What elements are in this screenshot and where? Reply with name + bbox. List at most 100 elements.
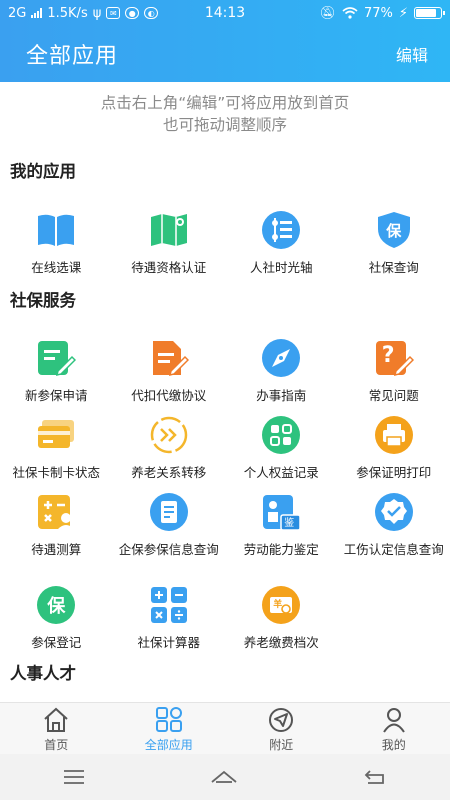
- my-apps-row: 在线选课 待遇资格认证 人社时光轴 保 社保查询: [0, 210, 450, 276]
- tab-home[interactable]: 首页: [0, 703, 113, 754]
- bottom-tab-bar: 首页 全部应用 附近 我的: [0, 702, 450, 754]
- app-label: 代扣代缴协议: [131, 388, 207, 403]
- app-label: 新参保申请: [24, 388, 88, 403]
- app-label: 社保计算器: [137, 635, 200, 650]
- browser-notification-icon: ◐: [144, 7, 159, 19]
- transfer-icon: [149, 415, 189, 455]
- hint-line-2: 也可拖动调整顺序: [162, 116, 287, 134]
- social-row-2: 社保卡制卡状态 养老关系转移 个人权益记录 参保证明打印: [0, 415, 450, 481]
- app-enterprise-insurance-query[interactable]: 企保参保信息查询: [113, 492, 226, 558]
- card-icon: [36, 415, 76, 455]
- app-labor-ability-appraisal[interactable]: 鉴 劳动能力鉴定: [225, 492, 338, 558]
- app-label: 办事指南: [256, 388, 307, 403]
- app-benefit-calc[interactable]: 待遇测算: [0, 492, 113, 558]
- edit-button[interactable]: 编辑: [396, 42, 428, 66]
- document-edit-icon: [149, 338, 189, 378]
- chat-notification-icon: ●: [125, 7, 140, 19]
- app-social-security-query[interactable]: 保 社保查询: [338, 210, 450, 276]
- map-certificate-icon: [149, 210, 189, 250]
- app-label: 社保卡制卡状态: [12, 465, 100, 480]
- tab-mine[interactable]: 我的: [338, 703, 450, 754]
- form-edit-icon: [36, 338, 77, 378]
- app-label: 参保证明打印: [356, 465, 432, 480]
- app-online-course[interactable]: 在线选课: [0, 210, 113, 276]
- book-icon: [36, 210, 76, 250]
- question-icon: ?: [374, 338, 414, 378]
- status-bar: 2G 1.5K/s ψ ✉ ● ◐ 14:13 🔕︎ 77% ⚡︎: [0, 0, 450, 26]
- tab-label: 我的: [381, 738, 406, 752]
- app-label: 企保参保信息查询: [118, 542, 219, 557]
- social-row-4: 保 参保登记 社保计算器 羊 养老缴费档次: [0, 585, 450, 651]
- charging-icon: ⚡︎: [398, 5, 408, 21]
- app-injury-query[interactable]: 工伤认定信息查询: [338, 492, 450, 558]
- network-type: 2G: [8, 5, 27, 21]
- home-button-icon[interactable]: [209, 768, 239, 786]
- usb-icon: ψ: [92, 5, 102, 21]
- location-arrow-icon: [269, 708, 294, 732]
- app-label: 工伤认定信息查询: [343, 542, 444, 557]
- battery-icon: [414, 7, 445, 19]
- tab-nearby[interactable]: 附近: [225, 703, 338, 754]
- compass-icon: [261, 338, 301, 378]
- timeline-icon: [261, 210, 301, 250]
- app-service-guide[interactable]: 办事指南: [225, 338, 338, 404]
- app-faq[interactable]: ? 常见问题: [338, 338, 450, 404]
- app-benefit-certification[interactable]: 待遇资格认证: [113, 210, 226, 276]
- app-certificate-print[interactable]: 参保证明打印: [338, 415, 450, 481]
- pension-coin-text: 羊: [273, 600, 283, 610]
- pension-coin-icon: 羊: [261, 585, 301, 625]
- hint-line-1: 点击右上角“编辑”可将应用放到首页: [100, 94, 350, 112]
- app-label: 社保查询: [368, 260, 419, 275]
- app-timeline[interactable]: 人社时光轴: [225, 210, 338, 276]
- section-title-social-services: 社保服务: [10, 291, 76, 310]
- social-row-1: 新参保申请 代扣代缴协议 办事指南 ? 常见问题: [0, 338, 450, 404]
- menu-icon[interactable]: [62, 768, 86, 786]
- app-insurance-registration[interactable]: 保 参保登记: [0, 585, 113, 651]
- page-title: 全部应用: [26, 44, 119, 69]
- app-label: 人社时光轴: [249, 260, 313, 275]
- app-label: 劳动能力鉴定: [243, 542, 319, 557]
- calculator-icon: [149, 585, 189, 625]
- shield-icon: 保: [374, 210, 414, 250]
- user-icon: [382, 708, 405, 733]
- app-label: 养老缴费档次: [243, 635, 319, 650]
- edit-hint: 点击右上角“编辑”可将应用放到首页 也可拖动调整顺序: [0, 92, 450, 136]
- section-title-hr: 人事人才: [10, 664, 76, 683]
- app-pension-transfer[interactable]: 养老关系转移: [113, 415, 226, 481]
- home-icon: [44, 707, 68, 732]
- section-title-my-apps: 我的应用: [10, 162, 76, 181]
- calculator-person-icon: [36, 492, 76, 532]
- app-pension-grade[interactable]: 羊 养老缴费档次: [225, 585, 338, 651]
- app-rights-record[interactable]: 个人权益记录: [225, 415, 338, 481]
- tab-label: 附近: [269, 738, 294, 752]
- shield-text: 保: [386, 221, 402, 240]
- apps-grid-icon: [155, 707, 182, 732]
- battery-percent: 77%: [363, 5, 393, 21]
- app-label: 待遇资格认证: [131, 260, 207, 275]
- app-label: 个人权益记录: [243, 465, 319, 480]
- back-icon[interactable]: [362, 768, 388, 786]
- tab-all-apps[interactable]: 全部应用: [113, 703, 226, 754]
- bao-circle-icon: 保: [36, 585, 76, 625]
- app-label: 养老关系转移: [131, 465, 207, 480]
- grid-record-icon: [261, 415, 301, 455]
- app-social-calculator[interactable]: 社保计算器: [113, 585, 226, 651]
- question-mark: ?: [381, 343, 395, 368]
- signal-icon: [31, 8, 43, 18]
- tab-label: 全部应用: [144, 738, 193, 752]
- tab-label: 首页: [44, 738, 69, 752]
- app-label: 待遇测算: [31, 542, 82, 557]
- app-new-insurance[interactable]: 新参保申请: [0, 338, 113, 404]
- document-circle-icon: [149, 492, 189, 532]
- app-label: 在线选课: [31, 260, 82, 275]
- wifi-icon: [342, 7, 358, 19]
- app-withholding-agreement[interactable]: 代扣代缴协议: [113, 338, 226, 404]
- app-card-status[interactable]: 社保卡制卡状态: [0, 415, 113, 481]
- network-speed: 1.5K/s: [47, 5, 88, 21]
- clock: 14:13: [204, 5, 246, 21]
- app-label: 参保登记: [31, 635, 82, 650]
- verified-badge-icon: [374, 492, 414, 532]
- appraisal-icon: 鉴: [261, 492, 301, 532]
- app-header: 全部应用 编辑: [0, 26, 450, 82]
- appraisal-text: 鉴: [284, 518, 295, 529]
